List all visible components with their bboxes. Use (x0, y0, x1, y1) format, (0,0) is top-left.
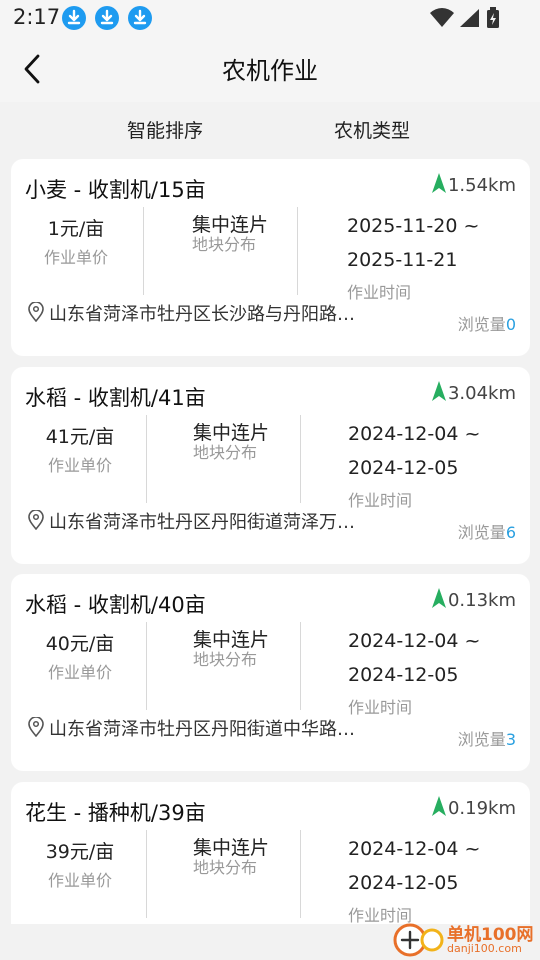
date-start: 2024-12-04 ~ (348, 423, 481, 445)
divider (143, 207, 144, 295)
view-count-label: 浏览量 (457, 315, 506, 334)
divider (297, 207, 298, 295)
distance-value: 0.19km (447, 798, 516, 819)
divider (300, 830, 301, 918)
divider (300, 415, 301, 503)
price-label: 作业单价 (47, 871, 112, 890)
card-title: 小麦 - 收割机/15亩 (25, 178, 206, 202)
location-pin-icon (28, 302, 44, 322)
view-count-label: 浏览量 (457, 730, 506, 749)
wifi-icon (430, 8, 454, 27)
plot-distribution-label: 地块分布 (193, 443, 258, 462)
watermark: 单机100网 danji100.com (390, 918, 540, 960)
location: 山东省菏泽市牡丹区丹阳街道中华路… (25, 714, 405, 742)
date-start: 2025-11-20 ~ (347, 215, 480, 237)
location-text: 山东省菏泽市牡丹区长沙路与丹阳路… (49, 304, 355, 325)
sort-filter[interactable]: 智能排序 (127, 116, 203, 143)
view-count-value: 0 (505, 315, 516, 334)
view-count-label: 浏览量 (457, 523, 506, 542)
machine-type-filter[interactable]: 农机类型 (334, 116, 410, 143)
status-time: 2:17 (13, 5, 61, 29)
date-start: 2024-12-04 ~ (348, 838, 481, 860)
price-value: 39元/亩 (45, 841, 115, 863)
navigation-arrow-icon (431, 796, 446, 816)
distance-value: 1.54km (447, 175, 516, 196)
distance-value: 0.13km (447, 590, 516, 611)
battery-icon (487, 7, 499, 28)
date-end: 2024-12-05 (348, 872, 459, 894)
divider (146, 415, 147, 503)
divider (146, 622, 147, 710)
divider (146, 830, 147, 918)
download-icon (95, 6, 119, 30)
watermark-logo-icon (393, 923, 444, 957)
view-count-value: 6 (505, 523, 516, 542)
location: 山东省菏泽市牡丹区丹阳街道菏泽万… (25, 507, 405, 535)
divider (300, 622, 301, 710)
price-label: 作业单价 (43, 248, 108, 267)
distance: 3.04km (431, 381, 516, 404)
price-label: 作业单价 (47, 663, 112, 682)
card-title: 水稻 - 收割机/40亩 (25, 593, 206, 617)
card-title: 水稻 - 收割机/41亩 (25, 386, 206, 410)
job-card[interactable]: 水稻 - 收割机/41亩 3.04km 41元/亩 作业单价 集中连片 地块分布… (11, 367, 530, 564)
date-end: 2024-12-05 (348, 457, 459, 479)
price-label: 作业单价 (47, 456, 112, 475)
date-start: 2024-12-04 ~ (348, 630, 481, 652)
filter-bar: 智能排序 农机类型 (0, 102, 540, 158)
price-value: 41元/亩 (45, 426, 115, 448)
location: 山东省菏泽市牡丹区长沙路与丹阳路… (25, 299, 405, 327)
status-bar: 2:17 (0, 0, 540, 36)
distance-value: 3.04km (447, 383, 516, 404)
date-end: 2025-11-21 (347, 249, 458, 271)
view-count-value: 3 (505, 730, 516, 749)
distance: 0.13km (431, 588, 516, 611)
plot-distribution-label: 地块分布 (192, 235, 257, 254)
navigation-arrow-icon (431, 588, 446, 608)
plot-distribution-label: 地块分布 (193, 650, 258, 669)
view-count: 浏览量3 (458, 726, 516, 750)
distance: 1.54km (431, 173, 516, 196)
price-value: 40元/亩 (45, 633, 115, 655)
nav-bar: 农机作业 (0, 36, 540, 102)
download-icon (128, 6, 152, 30)
date-end: 2024-12-05 (348, 664, 459, 686)
price-value: 1元/亩 (47, 218, 105, 240)
location-text: 山东省菏泽市牡丹区丹阳街道中华路… (49, 719, 355, 740)
card-title: 花生 - 播种机/39亩 (25, 801, 206, 825)
view-count: 浏览量6 (458, 519, 516, 543)
page-title: 农机作业 (222, 57, 318, 85)
signal-icon (460, 9, 479, 27)
location-pin-icon (28, 510, 44, 530)
plot-distribution-label: 地块分布 (193, 858, 258, 877)
location-pin-icon (28, 717, 44, 737)
navigation-arrow-icon (431, 173, 446, 193)
job-card[interactable]: 小麦 - 收割机/15亩 1.54km 1元/亩 作业单价 集中连片 地块分布 … (11, 159, 530, 356)
job-card[interactable]: 花生 - 播种机/39亩 0.19km 39元/亩 作业单价 集中连片 地块分布… (11, 782, 530, 924)
view-count: 浏览量0 (458, 311, 516, 335)
watermark-url: danji100.com (447, 942, 522, 955)
job-card[interactable]: 水稻 - 收割机/40亩 0.13km 40元/亩 作业单价 集中连片 地块分布… (11, 574, 530, 771)
distance: 0.19km (431, 796, 516, 819)
location-text: 山东省菏泽市牡丹区丹阳街道菏泽万… (49, 512, 355, 533)
download-icon (62, 6, 86, 30)
navigation-arrow-icon (431, 381, 446, 401)
